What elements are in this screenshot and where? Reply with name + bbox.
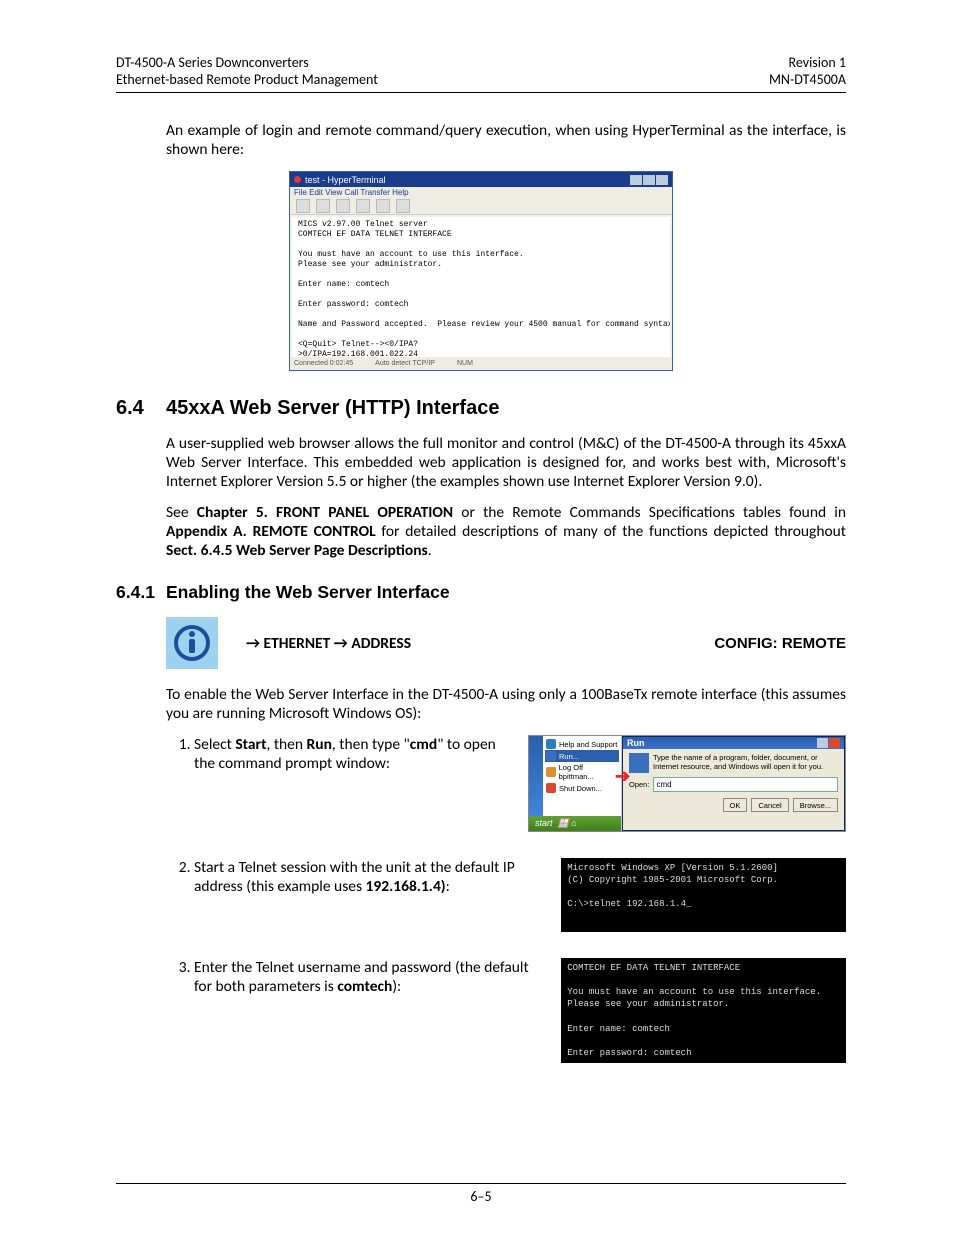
page-footer: 6–5 [116, 1183, 846, 1205]
hdr-left2: Ethernet-based Remote Product Management [116, 71, 378, 88]
run-dialog-screenshot: Help and Support Run... Log Off bpittman… [528, 735, 846, 832]
section-6-4-1-title: Enabling the Web Server Interface [166, 582, 450, 602]
config-label: CONFIG: REMOTE [714, 635, 846, 652]
hyper-terminal-body: MICS v2.97.00 Telnet server COMTECH EF D… [292, 217, 670, 371]
config-path: → ETHERNET → ADDRESS [246, 634, 714, 653]
config-path-row: → ETHERNET → ADDRESS CONFIG: REMOTE [166, 617, 846, 669]
hdr-right1: Revision 1 [769, 54, 846, 71]
run-close-icon [829, 738, 840, 748]
step-2-text: Start a Telnet session with the unit at … [194, 858, 543, 896]
section-6-4-1-heading: 6.4.1Enabling the Web Server Interface [116, 582, 846, 603]
step-3: Enter the Telnet username and password (… [194, 958, 846, 1063]
hyper-window-buttons [630, 175, 668, 185]
cmd-screenshot-2: COMTECH EF DATA TELNET INTERFACE You mus… [561, 958, 846, 1063]
hyper-toolbar [290, 198, 672, 215]
cmd-screenshot-1: Microsoft Windows XP [Version 5.1.2600] … [561, 858, 846, 932]
hyper-statusbar: Connected 0:02:45 Auto detect TCP/IP NUM [290, 357, 672, 370]
notice-icon [166, 617, 218, 669]
run-cancel-button[interactable]: Cancel [751, 798, 788, 812]
step-2: Start a Telnet session with the unit at … [194, 858, 846, 932]
step-1: Select Start, then Run, then type "cmd" … [194, 735, 846, 832]
section-6-4-heading: 6.445xxA Web Server (HTTP) Interface [116, 397, 846, 420]
start-item-run: Run... [545, 750, 619, 762]
start-button: start 🪟 ⌂ [529, 816, 621, 831]
hyper-titlebar: test - HyperTerminal [290, 172, 672, 187]
step-3-text: Enter the Telnet username and password (… [194, 958, 543, 996]
run-open-input[interactable] [653, 777, 838, 792]
page-header: DT-4500-A Series Downconverters Ethernet… [116, 54, 846, 93]
steps-list: Select Start, then Run, then type "cmd" … [166, 735, 846, 1063]
hyper-titlebar-icon [294, 176, 301, 183]
hyperterminal-screenshot: test - HyperTerminal File Edit View Call… [289, 171, 673, 371]
start-item-help: Help and Support [545, 738, 619, 750]
hyper-status-mode: Auto detect TCP/IP [375, 360, 435, 367]
start-menu-panel: Help and Support Run... Log Off bpittman… [529, 736, 622, 831]
hyper-status-num: NUM [457, 360, 473, 367]
sec64-p2: See Chapter 5. FRONT PANEL OPERATION or … [166, 503, 846, 560]
run-help-icon [817, 738, 828, 748]
sec64-p1: A user-supplied web browser allows the f… [166, 434, 846, 491]
section-6-4-1-num: 6.4.1 [116, 582, 166, 603]
run-browse-button[interactable]: Browse... [793, 798, 838, 812]
hyper-status-conn: Connected 0:02:45 [294, 360, 353, 367]
start-item-shutdown: Shut Down... [545, 782, 619, 794]
section-6-4-num: 6.4 [116, 397, 166, 420]
run-desc: Type the name of a program, folder, docu… [653, 753, 838, 773]
start-item-logoff: Log Off bpittman... [545, 762, 619, 782]
sec641-intro: To enable the Web Server Interface in th… [166, 685, 846, 723]
hyper-menubar: File Edit View Call Transfer Help [290, 187, 672, 198]
run-icon [629, 753, 649, 773]
hdr-left1: DT-4500-A Series Downconverters [116, 54, 378, 71]
section-6-4-title: 45xxA Web Server (HTTP) Interface [166, 397, 499, 419]
intro-text: An example of login and remote command/q… [166, 121, 846, 159]
run-dialog-title: Run [627, 738, 645, 748]
hyper-title-text: test - HyperTerminal [305, 175, 386, 185]
run-dialog: Run Type the name of a program, folder, … [622, 736, 845, 831]
run-ok-button[interactable]: OK [723, 798, 748, 812]
step-1-text: Select Start, then Run, then type "cmd" … [194, 735, 510, 773]
run-open-label: Open: [629, 780, 649, 789]
hdr-right2: MN-DT4500A [769, 71, 846, 88]
